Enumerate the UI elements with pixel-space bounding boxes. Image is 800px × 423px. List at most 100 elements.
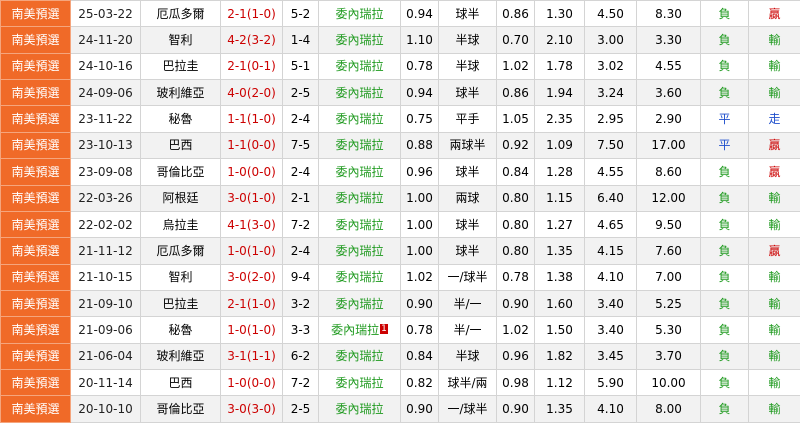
score-cell[interactable]: 1-1(0-0) [221, 132, 283, 158]
venezuela-team[interactable]: 委內瑞拉 [319, 80, 401, 106]
opponent-team[interactable]: 秘魯 [141, 106, 221, 132]
handicap-result-cell: 輸 [749, 185, 800, 211]
league-cell[interactable]: 南美預選 [1, 264, 71, 290]
venezuela-team[interactable]: 委內瑞拉 [319, 290, 401, 316]
home-odds: 0.94 [401, 1, 439, 27]
euro-away-odds: 12.00 [637, 185, 701, 211]
league-cell[interactable]: 南美預選 [1, 396, 71, 422]
league-cell[interactable]: 南美預選 [1, 211, 71, 237]
opponent-team[interactable]: 智利 [141, 264, 221, 290]
opponent-team[interactable]: 哥倫比亞 [141, 159, 221, 185]
league-cell[interactable]: 南美預選 [1, 343, 71, 369]
euro-home-odds: 1.28 [535, 159, 585, 185]
table-row: 南美預選 20-10-10 哥倫比亞 3-0(3-0) 2-5 委內瑞拉 0.9… [1, 396, 800, 422]
opponent-team[interactable]: 烏拉圭 [141, 211, 221, 237]
score-cell[interactable]: 4-2(3-2) [221, 27, 283, 53]
handicap-cell: 一/球半 [439, 264, 497, 290]
score-cell[interactable]: 3-1(1-1) [221, 343, 283, 369]
win-loss-cell: 負 [701, 211, 749, 237]
score-cell[interactable]: 3-0(1-0) [221, 185, 283, 211]
venezuela-team[interactable]: 委內瑞拉 [319, 343, 401, 369]
venezuela-team[interactable]: 委內瑞拉 [319, 27, 401, 53]
opponent-team[interactable]: 秘魯 [141, 317, 221, 343]
away-odds: 0.80 [497, 211, 535, 237]
handicap-cell: 兩球 [439, 185, 497, 211]
venezuela-team[interactable]: 委內瑞拉 [319, 1, 401, 27]
league-cell[interactable]: 南美預選 [1, 317, 71, 343]
venezuela-team[interactable]: 委內瑞拉 [319, 159, 401, 185]
opponent-team[interactable]: 厄瓜多爾 [141, 238, 221, 264]
opponent-team[interactable]: 哥倫比亞 [141, 396, 221, 422]
euro-home-odds: 2.35 [535, 106, 585, 132]
venezuela-team[interactable]: 委內瑞拉 [319, 211, 401, 237]
league-cell[interactable]: 南美預選 [1, 53, 71, 79]
score-cell[interactable]: 3-0(3-0) [221, 396, 283, 422]
score-cell[interactable]: 2-1(1-0) [221, 290, 283, 316]
away-odds: 0.90 [497, 396, 535, 422]
date-cell: 21-09-06 [71, 317, 141, 343]
win-loss-cell: 負 [701, 185, 749, 211]
corner-cell: 9-4 [283, 264, 319, 290]
home-odds: 0.96 [401, 159, 439, 185]
euro-home-odds: 2.10 [535, 27, 585, 53]
euro-away-odds: 8.00 [637, 396, 701, 422]
score-cell[interactable]: 1-0(1-0) [221, 238, 283, 264]
score-cell[interactable]: 3-0(2-0) [221, 264, 283, 290]
opponent-team[interactable]: 厄瓜多爾 [141, 1, 221, 27]
opponent-team[interactable]: 巴西 [141, 370, 221, 396]
euro-draw-odds: 4.65 [585, 211, 637, 237]
score-cell[interactable]: 4-0(2-0) [221, 80, 283, 106]
venezuela-team[interactable]: 委內瑞拉 [319, 396, 401, 422]
league-cell[interactable]: 南美預選 [1, 290, 71, 316]
away-odds: 0.92 [497, 132, 535, 158]
league-cell[interactable]: 南美預選 [1, 159, 71, 185]
date-cell: 21-11-12 [71, 238, 141, 264]
opponent-team[interactable]: 阿根廷 [141, 185, 221, 211]
euro-away-odds: 2.90 [637, 106, 701, 132]
score-cell[interactable]: 1-0(1-0) [221, 317, 283, 343]
win-loss-cell: 負 [701, 80, 749, 106]
date-cell: 23-11-22 [71, 106, 141, 132]
handicap-result-cell: 贏 [749, 1, 800, 27]
league-cell[interactable]: 南美預選 [1, 185, 71, 211]
venezuela-team[interactable]: 委內瑞拉 [319, 264, 401, 290]
opponent-team[interactable]: 智利 [141, 27, 221, 53]
table-row: 南美預選 23-10-13 巴西 1-1(0-0) 7-5 委內瑞拉 0.88 … [1, 132, 800, 158]
euro-home-odds: 1.78 [535, 53, 585, 79]
red-card-badge: 1 [380, 324, 388, 334]
date-cell: 23-10-13 [71, 132, 141, 158]
corner-cell: 2-1 [283, 185, 319, 211]
venezuela-team[interactable]: 委內瑞拉 [319, 185, 401, 211]
league-cell[interactable]: 南美預選 [1, 132, 71, 158]
venezuela-team[interactable]: 委內瑞拉 [319, 53, 401, 79]
venezuela-team[interactable]: 委內瑞拉 [319, 106, 401, 132]
score-cell[interactable]: 1-0(0-0) [221, 370, 283, 396]
corner-cell: 5-2 [283, 1, 319, 27]
venezuela-team[interactable]: 委內瑞拉 [319, 132, 401, 158]
score-cell[interactable]: 2-1(1-0) [221, 1, 283, 27]
corner-cell: 6-2 [283, 343, 319, 369]
score-cell[interactable]: 1-1(1-0) [221, 106, 283, 132]
league-cell[interactable]: 南美預選 [1, 106, 71, 132]
score-cell[interactable]: 2-1(0-1) [221, 53, 283, 79]
score-cell[interactable]: 1-0(0-0) [221, 159, 283, 185]
venezuela-team[interactable]: 委內瑞拉 [319, 370, 401, 396]
opponent-team[interactable]: 玻利維亞 [141, 343, 221, 369]
league-cell[interactable]: 南美預選 [1, 1, 71, 27]
opponent-team[interactable]: 巴西 [141, 132, 221, 158]
venezuela-team[interactable]: 委內瑞拉 [319, 238, 401, 264]
opponent-team[interactable]: 玻利維亞 [141, 80, 221, 106]
score-cell[interactable]: 4-1(3-0) [221, 211, 283, 237]
handicap-cell: 半球 [439, 53, 497, 79]
away-odds: 0.80 [497, 185, 535, 211]
league-cell[interactable]: 南美預選 [1, 238, 71, 264]
venezuela-team[interactable]: 委內瑞拉1 [319, 317, 401, 343]
league-cell[interactable]: 南美預選 [1, 80, 71, 106]
league-cell[interactable]: 南美預選 [1, 370, 71, 396]
handicap-cell: 球半 [439, 211, 497, 237]
corner-cell: 7-5 [283, 132, 319, 158]
team-name: 委內瑞拉 [335, 165, 383, 179]
opponent-team[interactable]: 巴拉圭 [141, 53, 221, 79]
opponent-team[interactable]: 巴拉圭 [141, 290, 221, 316]
league-cell[interactable]: 南美預選 [1, 27, 71, 53]
